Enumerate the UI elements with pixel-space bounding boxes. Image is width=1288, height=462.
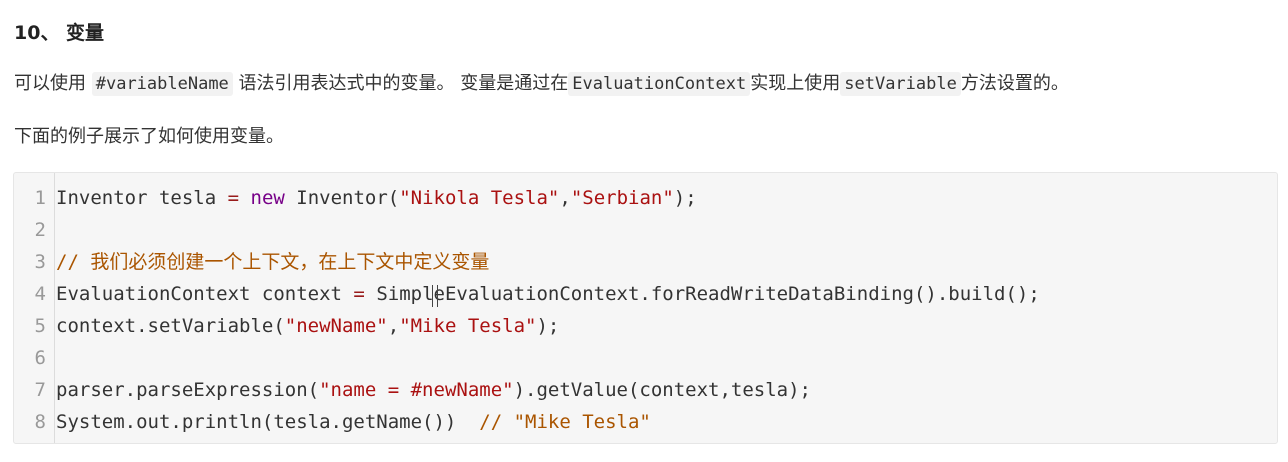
- line-number: 1: [34, 187, 46, 209]
- code-token: );: [536, 315, 560, 337]
- code-text: context.setVariable("newName","Mike Tesl…: [56, 310, 559, 342]
- line-number: 3: [34, 251, 46, 273]
- code-block[interactable]: 1 Inventor tesla = new Inventor("Nikola T…: [13, 172, 1278, 444]
- example-paragraph: 下面的例子展示了如何使用变量。: [14, 126, 284, 147]
- intro-text-3: 实现上使用: [750, 73, 841, 94]
- inline-code-evaluation-context: EvaluationContext: [568, 72, 751, 96]
- code-token: parser.parseExpression(: [56, 379, 320, 401]
- line-number: 4: [34, 283, 46, 305]
- code-token: // "Mike Tesla": [479, 411, 651, 433]
- code-text: // 我们必须创建一个上下文，在上下文中定义变量: [56, 246, 489, 278]
- code-text: parser.parseExpression("name = #newName"…: [56, 374, 811, 406]
- inline-code-set-variable: setVariable: [840, 72, 961, 96]
- code-token: EvaluationContext context: [56, 283, 354, 305]
- code-token: "Serbian": [570, 187, 674, 209]
- intro-text-4: 方法设置的。: [960, 73, 1069, 94]
- code-token: context.setVariable(: [56, 315, 285, 337]
- code-text: EvaluationContext context = SimpleEvalua…: [56, 278, 1040, 310]
- code-token: System.out.println(tesla.getName()): [56, 411, 480, 433]
- code-token: ,: [387, 315, 400, 337]
- code-token: );: [673, 187, 697, 209]
- code-token: =: [353, 283, 365, 305]
- code-text: System.out.println(tesla.getName()) // "…: [56, 406, 651, 438]
- page: 10、 变量 可以使用 #variableName 语法引用表达式中的变量。 变…: [0, 0, 1288, 462]
- code-token: ).getValue(context,tesla);: [513, 379, 811, 401]
- intro-text-2: 语法引用表达式中的变量。 变量是通过在: [232, 73, 569, 94]
- code-token: SimpleEvaluationContext.forReadWriteData…: [364, 283, 1040, 305]
- intro-text-1: 可以使用: [14, 73, 92, 94]
- text-cursor-icon: [432, 285, 438, 307]
- line-number: 8: [34, 411, 46, 433]
- inline-code-variable-name: #variableName: [91, 72, 233, 96]
- code-token: "newName": [284, 315, 388, 337]
- code-token: Inventor tesla: [56, 187, 228, 209]
- code-token: // 我们必须创建一个上下文，在上下文中定义变量: [56, 251, 490, 273]
- code-token: =: [227, 187, 240, 209]
- line-number: 5: [34, 315, 46, 337]
- line-number: 2: [34, 219, 46, 241]
- line-number: 6: [34, 347, 46, 369]
- code-token: new: [250, 187, 285, 209]
- code-text: Inventor tesla = new Inventor("Nikola Te…: [56, 182, 697, 214]
- code-token: "Mike Tesla": [399, 315, 537, 337]
- code-token: "Nikola Tesla": [399, 187, 560, 209]
- code-token: "name = #newName": [319, 379, 514, 401]
- code-token: Inventor(: [284, 187, 400, 209]
- section-heading: 10、 变量: [14, 22, 105, 44]
- line-number: 7: [34, 379, 46, 401]
- code-token: ,: [559, 187, 571, 209]
- intro-paragraph: 可以使用 #variableName 语法引用表达式中的变量。 变量是通过在 Ev…: [14, 70, 1069, 98]
